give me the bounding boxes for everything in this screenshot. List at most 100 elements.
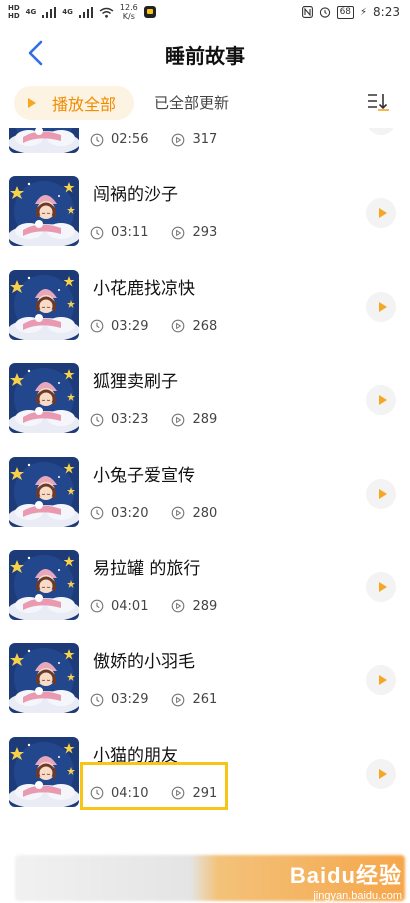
story-play-count: 268 (192, 318, 218, 334)
clock-icon (90, 599, 104, 613)
battery-indicator: 68 (336, 5, 355, 19)
story-row[interactable]: 小猫的朋友 04:10 291 (0, 729, 410, 822)
play-count-icon (171, 599, 185, 613)
story-title: 闯祸的沙子 (93, 185, 178, 206)
story-row[interactable]: 小花鹿找凉快 03:29 268 (0, 262, 410, 355)
story-meta: 03:29 268 (90, 319, 217, 334)
play-all-label: 播放全部 (52, 95, 117, 114)
play-icon (378, 208, 387, 219)
play-icon (378, 395, 387, 406)
clock-icon (90, 133, 104, 147)
story-title: 傲娇的小羽毛 (93, 652, 195, 673)
story-row[interactable]: 一位神02:56317 (0, 128, 410, 168)
signal-1-label: 4G (25, 8, 37, 16)
play-button[interactable] (366, 385, 396, 416)
play-all-button[interactable]: 播放全部 (14, 86, 134, 120)
story-duration: 04:01 (111, 598, 149, 614)
story-duration: 03:11 (111, 225, 149, 241)
story-cover-image (9, 737, 79, 807)
clock-icon (90, 413, 104, 427)
signal-2-label: 4G (62, 8, 73, 16)
nfc-icon (301, 6, 313, 18)
story-row[interactable]: 小兔子爱宣传 03:20 280 (0, 449, 410, 542)
play-count-icon (171, 413, 185, 427)
story-title: 小兔子爱宣传 (93, 465, 195, 486)
update-status: 已全部更新 (154, 94, 230, 112)
story-play-count: 261 (192, 692, 218, 708)
story-row[interactable]: 狐狸卖刷子 03:23 289 (0, 355, 410, 448)
signal-icon (78, 6, 93, 18)
story-title: 小猫的朋友 (93, 745, 178, 766)
story-cover-image (9, 643, 79, 713)
clock-icon (90, 786, 104, 800)
story-cover-image (9, 550, 79, 620)
story-meta: 03:20 280 (90, 506, 217, 521)
story-row[interactable]: 闯祸的沙子 03:11 293 (0, 168, 410, 261)
wifi-icon (99, 7, 114, 18)
clock-time: 8:23 (373, 5, 400, 19)
play-button[interactable] (366, 571, 396, 602)
story-title: 小花鹿找凉快 (93, 278, 195, 299)
story-duration: 03:29 (111, 318, 149, 334)
play-icon (378, 675, 387, 686)
play-count-icon (171, 226, 185, 240)
network-type: HD HD (8, 4, 20, 20)
play-button[interactable] (366, 128, 396, 135)
story-cover-image (9, 363, 79, 433)
story-title: 狐狸卖刷子 (93, 372, 178, 393)
story-cover-image (9, 270, 79, 340)
play-button[interactable] (366, 198, 396, 229)
play-button[interactable] (366, 478, 396, 509)
story-meta: 03:29 261 (90, 692, 217, 707)
story-duration: 03:20 (111, 505, 149, 521)
play-button[interactable] (366, 665, 396, 696)
story-meta: 04:01 289 (90, 599, 217, 614)
clock-icon (90, 506, 104, 520)
story-play-count: 280 (192, 505, 218, 521)
story-list[interactable]: 一位神02:56317闯祸的沙子03:11293小花鹿找凉快03:29268狐狸… (0, 128, 410, 850)
clock-icon (90, 693, 104, 707)
story-play-count: 289 (192, 598, 218, 614)
network-speed: 12.6 K/s (119, 3, 138, 21)
play-button[interactable] (366, 758, 396, 789)
play-count-icon (171, 506, 185, 520)
watermark: Baidu经验 jingyan.baidu.com (289, 863, 402, 902)
story-meta: 03:11 293 (90, 225, 217, 240)
clock-icon (90, 226, 104, 240)
story-play-count: 289 (192, 412, 218, 428)
app-notification-icon (143, 6, 156, 18)
alarm-icon (319, 7, 330, 18)
charging-icon: ⚡ (360, 6, 368, 18)
play-icon (28, 98, 36, 108)
play-count-icon (171, 133, 185, 147)
story-cover-image (9, 457, 79, 527)
story-cover-image (9, 176, 79, 246)
sort-icon[interactable] (366, 92, 390, 112)
story-play-count: 291 (192, 785, 218, 801)
play-icon (378, 768, 387, 779)
play-count-icon (171, 319, 185, 333)
story-duration: 02:56 (111, 132, 149, 147)
signal-icon (42, 6, 57, 18)
story-meta: 02:56 317 (90, 132, 217, 147)
clock-icon (90, 319, 104, 333)
play-button[interactable] (366, 291, 396, 322)
play-icon (378, 488, 387, 499)
story-row[interactable]: 傲娇的小羽毛 03:29 261 (0, 635, 410, 728)
story-row[interactable]: 易拉罐 的旅行 04:01 289 (0, 542, 410, 635)
page-title: 睡前故事 (165, 44, 245, 68)
story-duration: 03:23 (111, 412, 149, 428)
story-title: 易拉罐 的旅行 (93, 558, 201, 579)
story-duration: 03:29 (111, 692, 149, 708)
story-meta: 03:23 289 (90, 412, 217, 427)
play-count-icon (171, 693, 185, 707)
play-count-icon (171, 786, 185, 800)
play-icon (378, 581, 387, 592)
story-cover-image (9, 128, 79, 153)
story-play-count: 317 (192, 132, 218, 147)
story-meta: 04:10 291 (90, 786, 217, 801)
story-play-count: 293 (192, 225, 218, 241)
play-icon (378, 301, 387, 312)
story-duration: 04:10 (111, 785, 149, 801)
status-bar: HD HD 4G 4G 12.6 K/s 68 ⚡ 8:23 (0, 0, 410, 26)
